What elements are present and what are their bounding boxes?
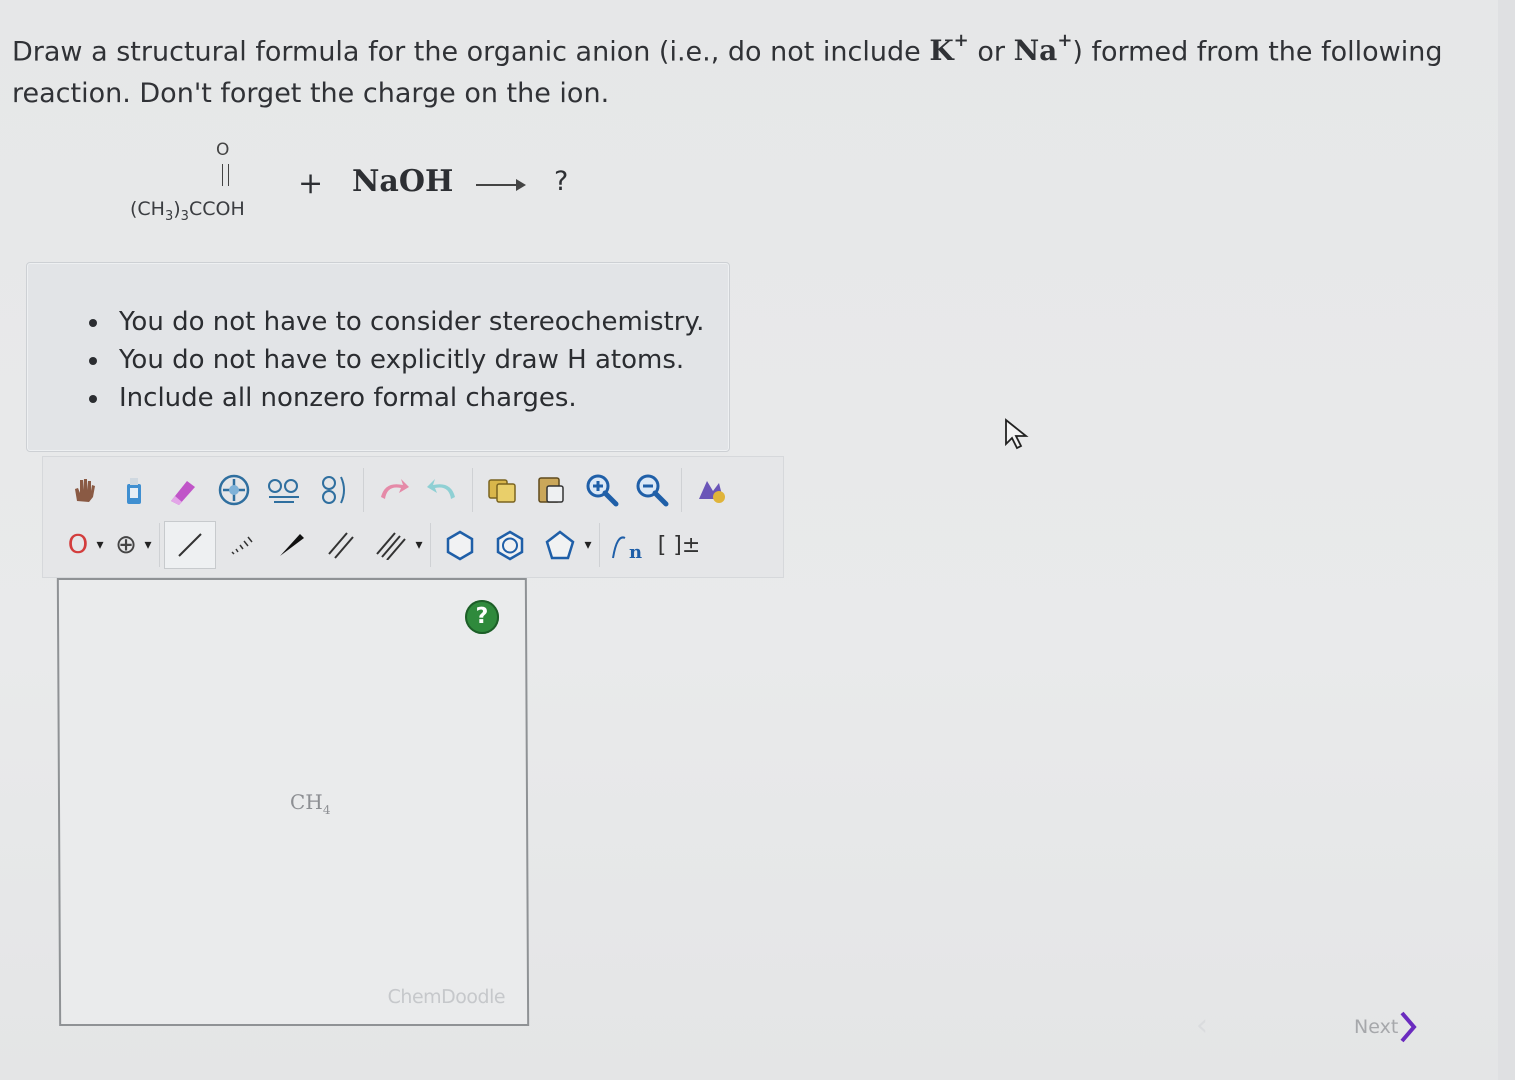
reagent-naoh: NaOH: [352, 164, 454, 199]
reaction-arrow: [476, 179, 526, 191]
hand-pan-icon[interactable]: [59, 467, 109, 513]
flip-vertical-icon[interactable]: [309, 467, 359, 513]
toolbar-row-1: [59, 467, 736, 513]
sodium-charge: +: [1057, 30, 1073, 51]
double-bond-icon[interactable]: [316, 522, 366, 568]
toolbar-separator: [363, 468, 364, 512]
potassium-charge: +: [953, 30, 969, 51]
instruction-item: You do not have to explicitly draw H ato…: [88, 341, 704, 379]
product-unknown: ?: [554, 166, 569, 197]
canvas-placeholder-molecule[interactable]: CH4: [290, 790, 331, 817]
zoom-out-icon[interactable]: [627, 467, 677, 513]
copy-icon[interactable]: [477, 467, 527, 513]
hashed-bond-icon[interactable]: [216, 522, 266, 568]
mouse-cursor-icon: [1004, 418, 1030, 454]
instruction-item: You do not have to consider stereochemis…: [88, 303, 704, 341]
double-bond: [222, 164, 229, 186]
placeholder-sub: 4: [322, 803, 331, 817]
single-bond-icon[interactable]: [164, 521, 216, 569]
atom-selector[interactable]: O: [59, 522, 97, 568]
wedge-bond-icon[interactable]: [266, 522, 316, 568]
cyclopentane-icon[interactable]: [535, 522, 585, 568]
benzene-icon[interactable]: [485, 522, 535, 568]
atom-label: O: [67, 530, 89, 560]
toolbar-separator: [430, 523, 431, 567]
next-chevron-icon: [1400, 1011, 1417, 1043]
reactant-sub2: 3: [180, 208, 189, 224]
carbonyl-oxygen: O: [216, 140, 230, 160]
ring-dropdown-caret[interactable]: ▾: [581, 537, 595, 553]
question-text: Draw a structural formula for the organi…: [12, 24, 1452, 115]
bond-dropdown-caret[interactable]: ▾: [412, 537, 426, 553]
reactant-sub1: 3: [164, 208, 174, 224]
question-part1: Draw a structural formula for the organi…: [12, 36, 930, 68]
toolbar-separator: [599, 523, 600, 567]
drawing-canvas[interactable]: ? CH4 ChemDoodle: [56, 578, 530, 1026]
atom-dropdown-caret[interactable]: ▾: [93, 537, 107, 553]
center-icon[interactable]: [209, 467, 259, 513]
potassium-ion: K+: [929, 30, 968, 68]
chemdoodle-toolbar: O ▾ ⊕ ▾ ▾ ▾ n []±: [42, 456, 784, 578]
toolbar-separator: [159, 523, 160, 567]
toolbar-row-2: O ▾ ⊕ ▾ ▾ ▾ n []±: [59, 521, 704, 569]
charge-label: ⊕: [115, 530, 137, 560]
reaction-equation: O (CH3)3CCOH + NaOH ?: [130, 140, 590, 230]
instruction-item: Include all nonzero formal charges.: [88, 379, 704, 417]
svg-text:n: n: [629, 542, 642, 562]
charge-dropdown-caret[interactable]: ▾: [141, 537, 155, 553]
flip-horizontal-icon[interactable]: [259, 467, 309, 513]
charge-selector[interactable]: ⊕: [107, 522, 145, 568]
eraser-icon[interactable]: [159, 467, 209, 513]
triple-bond-icon[interactable]: [366, 522, 416, 568]
or-text: or: [968, 36, 1014, 68]
screen-edge: [1498, 0, 1515, 1080]
instructions-list: You do not have to consider stereochemis…: [88, 303, 704, 417]
next-label: Next: [1354, 1016, 1399, 1038]
charge-bracket-label: [ ]±: [657, 532, 701, 558]
cyclohexane-icon[interactable]: [435, 522, 485, 568]
charge-bracket-button[interactable]: [ ]±: [654, 522, 704, 568]
previous-chevron-icon[interactable]: ‹: [1196, 1008, 1208, 1043]
reactant-formula: (CH3)3CCOH: [130, 198, 245, 224]
chemdoodle-watermark: ChemDoodle: [387, 986, 506, 1008]
toolbar-separator: [472, 468, 473, 512]
next-button[interactable]: Next: [1354, 1010, 1418, 1044]
placeholder-base: CH: [289, 790, 323, 814]
reactant-mid: ): [173, 198, 181, 220]
chain-icon[interactable]: n: [604, 522, 654, 568]
clean-structure-icon[interactable]: [686, 467, 736, 513]
help-button[interactable]: ?: [464, 600, 500, 634]
plus-sign: +: [298, 166, 324, 201]
potassium-symbol: K: [929, 34, 954, 68]
zoom-in-icon[interactable]: [577, 467, 627, 513]
redo-icon[interactable]: [418, 467, 468, 513]
reactant-prefix: (CH: [130, 198, 165, 220]
instructions-box: You do not have to consider stereochemis…: [26, 262, 730, 452]
sodium-ion: Na+: [1013, 30, 1073, 68]
toolbar-separator: [681, 468, 682, 512]
sodium-symbol: Na: [1013, 34, 1058, 68]
paste-icon[interactable]: [527, 467, 577, 513]
reactant-suffix: CCOH: [188, 198, 245, 220]
eraser-clear-icon[interactable]: [109, 467, 159, 513]
undo-icon[interactable]: [368, 467, 418, 513]
